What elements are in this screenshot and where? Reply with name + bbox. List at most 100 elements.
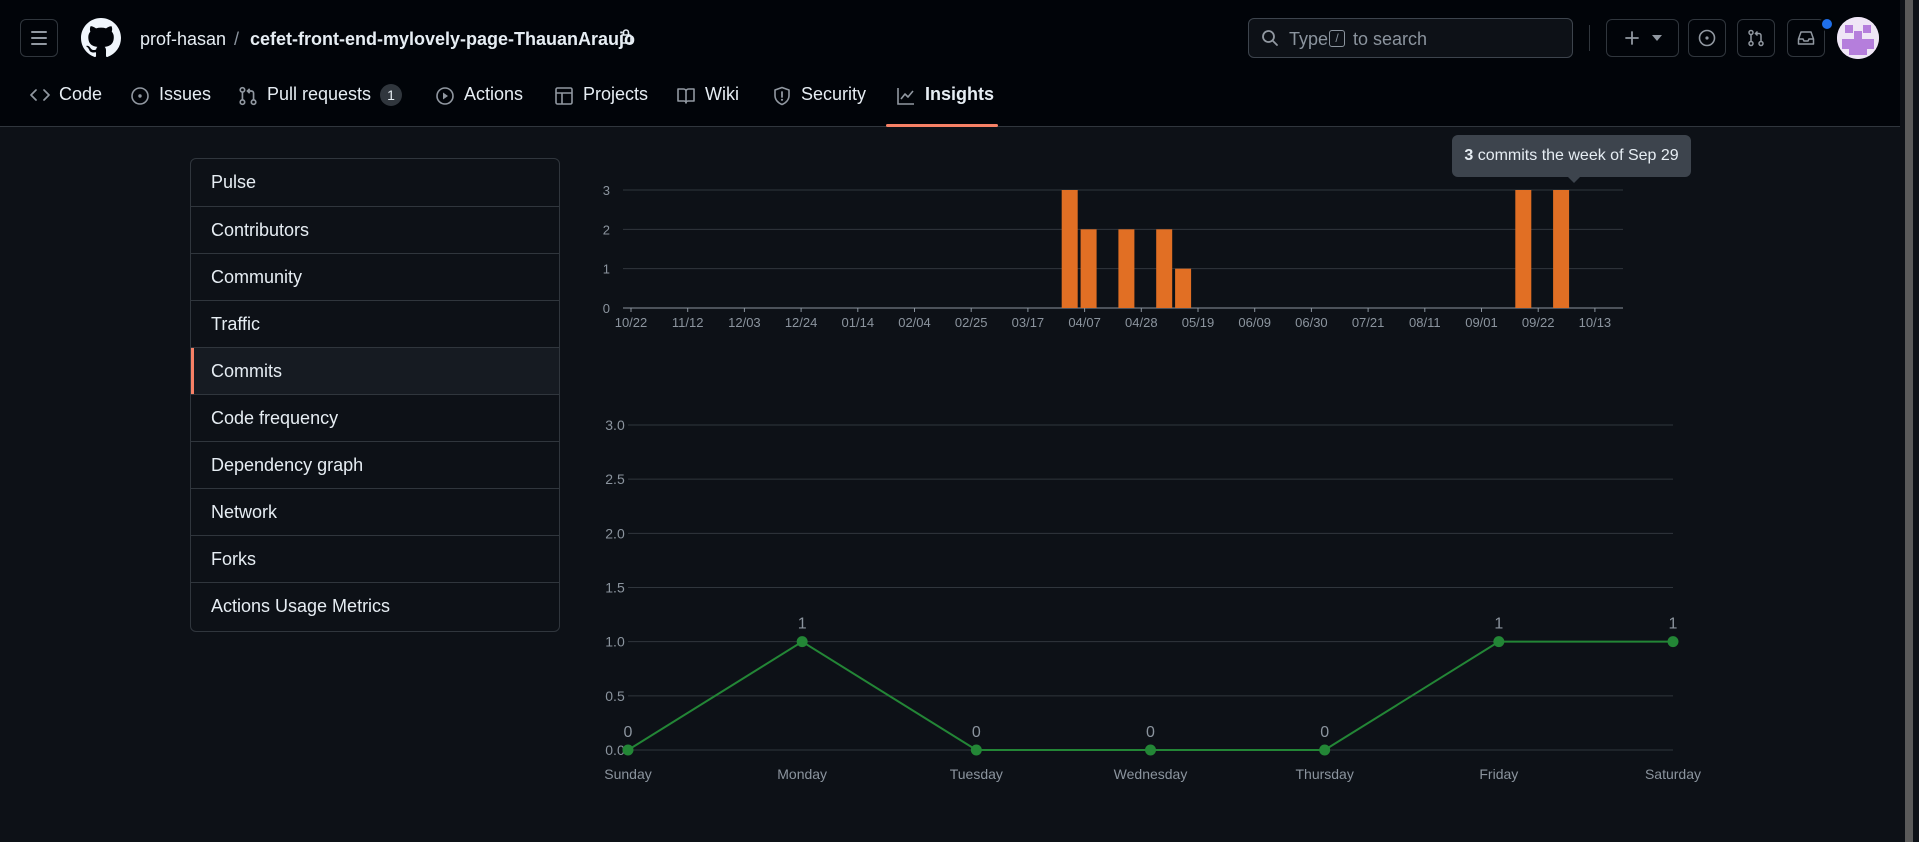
line-point	[970, 744, 982, 756]
sidebar-item-commits[interactable]: Commits	[191, 347, 559, 394]
tab-insights[interactable]: Insights	[896, 84, 994, 126]
hamburger-icon	[31, 31, 47, 45]
bar-x-tick-label: 03/17	[1012, 315, 1045, 330]
bar-x-tick-label: 09/01	[1465, 315, 1498, 330]
tab-code[interactable]: Code	[30, 84, 102, 126]
bar-x-tick-label: 10/13	[1579, 315, 1612, 330]
sidebar-item-forks[interactable]: Forks	[191, 535, 559, 582]
issues-button[interactable]	[1688, 19, 1726, 57]
code-icon	[30, 89, 50, 101]
tab-wiki[interactable]: Wiki	[676, 84, 739, 126]
github-logo-icon[interactable]	[81, 18, 121, 58]
bar-x-tick-label: 04/07	[1068, 315, 1101, 330]
bar-x-tick-label: 01/14	[842, 315, 875, 330]
user-avatar[interactable]	[1837, 17, 1879, 59]
tab-actions[interactable]: Actions	[435, 84, 523, 126]
tab-pull-requests[interactable]: Pull requests 1	[238, 84, 403, 126]
menu-button[interactable]	[20, 19, 58, 57]
sidebar-item-code-frequency[interactable]: Code frequency	[191, 394, 559, 441]
line-y-tick-label: 3.0	[605, 417, 625, 433]
sidebar-item-label: Pulse	[211, 172, 257, 192]
bar-x-tick-label: 05/19	[1182, 315, 1215, 330]
git-pull-request-icon	[239, 86, 257, 106]
sidebar-item-label: Contributors	[211, 220, 310, 240]
bar	[1175, 268, 1192, 308]
pull-requests-count-badge: 1	[380, 84, 403, 106]
identicon-icon	[1837, 17, 1879, 59]
bar-x-tick-label: 12/24	[785, 315, 818, 330]
bar	[1515, 190, 1532, 308]
bar-y-tick-label: 0	[603, 301, 610, 316]
bar	[1156, 229, 1173, 308]
bar-y-tick-label: 3	[603, 183, 610, 198]
scrollbar-thumb[interactable]	[1905, 0, 1913, 842]
line-x-tick-label: Thursday	[1295, 766, 1353, 782]
sidebar-item-actions-usage-metrics[interactable]: Actions Usage Metrics	[191, 582, 559, 629]
bar-x-tick-label: 04/28	[1125, 315, 1158, 330]
bar-y-tick-label: 2	[603, 222, 610, 237]
line-y-tick-label: 2.0	[605, 525, 625, 541]
line-data-label: 1	[798, 616, 807, 633]
top-header: prof-hasan / cefet-front-end-mylovely-pa…	[0, 0, 1900, 127]
tab-issues[interactable]: Issues	[130, 84, 211, 126]
line-point	[1145, 744, 1156, 756]
insights-sidebar: Pulse Contributors Community Traffic Com…	[190, 158, 560, 632]
sidebar-item-contributors[interactable]: Contributors	[191, 206, 559, 253]
bar	[1061, 190, 1078, 308]
tab-security[interactable]: Security	[772, 84, 866, 126]
book-icon	[677, 88, 695, 104]
git-pull-request-icon	[1748, 29, 1764, 47]
bar	[1080, 229, 1097, 308]
tab-code-label: Code	[59, 84, 103, 104]
bar-x-tick-label: 06/09	[1238, 315, 1271, 330]
issue-opened-icon	[131, 87, 149, 105]
tab-issues-label: Issues	[159, 84, 212, 104]
repo-owner-link[interactable]: prof-hasan	[140, 28, 226, 50]
sidebar-item-network[interactable]: Network	[191, 488, 559, 535]
sidebar-item-dependency-graph[interactable]: Dependency graph	[191, 441, 559, 488]
bar	[1553, 190, 1570, 308]
line-data-label: 1	[1494, 616, 1503, 633]
commit-tooltip: 3 commits the week of Sep 29	[1452, 135, 1691, 183]
pull-requests-button[interactable]	[1737, 19, 1775, 57]
search-placeholder-prefix: Type	[1289, 29, 1329, 49]
sidebar-item-label: Network	[211, 502, 278, 522]
bar-x-tick-label: 02/04	[898, 315, 931, 330]
line-x-tick-label: Sunday	[604, 766, 651, 782]
bar-y-tick-label: 1	[603, 262, 610, 277]
search-input[interactable]: Type / to search	[1248, 18, 1573, 58]
tab-wiki-label: Wiki	[705, 84, 739, 104]
sidebar-item-traffic[interactable]: Traffic	[191, 300, 559, 347]
active-tab-underline	[886, 124, 998, 127]
tooltip-count: 3	[1464, 147, 1474, 164]
line-data-label: 1	[1669, 616, 1678, 633]
daily-commits-line-chart: 0.0 0.5 1.0 1.5 2.0 2.5 3.0 0 1 0 0 0 1 1 Sunday Monday…	[604, 417, 1701, 782]
search-icon	[1262, 30, 1278, 46]
page-scrollbar[interactable]	[1900, 0, 1919, 842]
weekly-commits-bar-chart: 0 1 2 3 10/22 11/12 12/03 12/24 01/14 02/04 02/25 0…	[603, 183, 1623, 330]
shield-icon	[774, 86, 790, 106]
sidebar-item-label: Forks	[211, 549, 256, 569]
sidebar-item-label: Commits	[211, 361, 282, 381]
line-data-label: 0	[1320, 724, 1329, 741]
sidebar-item-pulse[interactable]: Pulse	[191, 159, 559, 206]
tab-actions-label: Actions	[464, 84, 524, 104]
search-shortcut-key: /	[1329, 30, 1345, 47]
bar-x-tick-label: 06/30	[1295, 315, 1328, 330]
line-point	[796, 636, 808, 648]
bar-x-tick-label: 02/25	[955, 315, 988, 330]
line-point	[1319, 744, 1331, 756]
bar	[1118, 229, 1135, 308]
create-new-button[interactable]	[1606, 19, 1679, 57]
bar-x-tick-label: 10/22	[615, 315, 648, 330]
line-x-tick-label: Friday	[1479, 766, 1518, 782]
repo-name-link[interactable]: cefet-front-end-mylovely-page-ThauanArau…	[250, 28, 635, 50]
search-placeholder-suffix: to search	[1353, 29, 1428, 49]
tooltip-text: commits the week of Sep 29	[1477, 147, 1679, 164]
tab-insights-label: Insights	[925, 84, 995, 104]
tab-projects[interactable]: Projects	[554, 84, 648, 126]
line-x-tick-label: Saturday	[1645, 766, 1701, 782]
line-y-tick-label: 1.5	[605, 580, 625, 596]
line-point	[622, 744, 634, 756]
sidebar-item-community[interactable]: Community	[191, 253, 559, 300]
